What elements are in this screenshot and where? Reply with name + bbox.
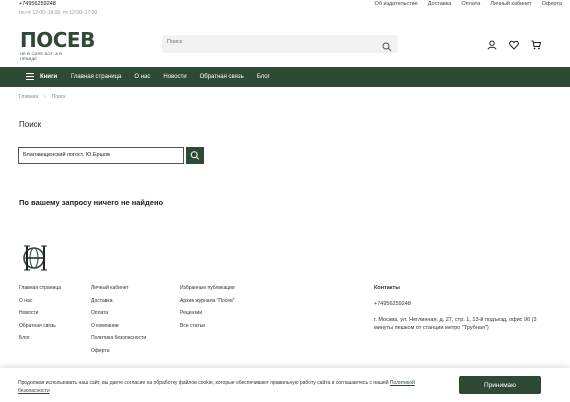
top-link-offer[interactable]: Оферта bbox=[542, 1, 562, 7]
nav-item-feedback[interactable]: Обратная связь bbox=[200, 74, 244, 80]
logo-tagline: НЕ В СИЛЕ БОГ, А В ПРАВДЕ bbox=[20, 51, 63, 61]
cookie-text-block: Продолжая использовать наш сайт, вы дает… bbox=[18, 379, 438, 395]
top-bar: +74956259248 пн-чт 12:00–18:00, пт 12:00… bbox=[0, 0, 570, 20]
no-results-message: По вашему запросу ничего не найдено bbox=[19, 198, 164, 207]
heart-icon[interactable] bbox=[509, 37, 519, 50]
search-submit-button[interactable] bbox=[186, 147, 204, 164]
search-icon bbox=[190, 151, 200, 160]
cookie-banner: Продолжая использовать наш сайт, вы дает… bbox=[0, 368, 570, 402]
contacts-title: Контакты bbox=[374, 285, 400, 291]
footer-link[interactable]: Блог bbox=[19, 335, 61, 348]
search-icon[interactable] bbox=[382, 39, 392, 52]
footer-column-2: Личный кабинет Доставка Оплата О компани… bbox=[91, 285, 146, 360]
page-title: Поиск bbox=[19, 120, 42, 129]
main-nav: Книги Главная страница О нас Новости Обр… bbox=[0, 67, 570, 87]
breadcrumb-current: Поиск bbox=[51, 94, 66, 100]
working-hours: пн-чт 12:00–18:00, пт 12:00–17:00 bbox=[19, 10, 98, 16]
header-search-input[interactable]: Поиск bbox=[162, 35, 398, 53]
books-label: Книги bbox=[40, 74, 58, 80]
cookie-accept-button[interactable]: Принимаю bbox=[459, 376, 541, 394]
books-menu-button[interactable]: Книги bbox=[26, 67, 57, 87]
footer-link[interactable]: Рецензии bbox=[180, 310, 235, 323]
footer-link[interactable]: Новости bbox=[19, 310, 61, 323]
search-query-input[interactable]: Благовещенский погост, Ю.Ершов bbox=[18, 147, 184, 164]
breadcrumb: Главная › Поиск bbox=[19, 94, 66, 100]
footer-logo-icon[interactable] bbox=[20, 243, 52, 273]
nav-links: Главная страница О нас Новости Обратная … bbox=[71, 67, 270, 87]
nav-item-home[interactable]: Главная страница bbox=[71, 74, 121, 80]
footer-link[interactable]: Обратная связь bbox=[19, 323, 61, 336]
footer-link[interactable]: Архив журнала "Посев" bbox=[180, 298, 235, 311]
contacts-address: г. Москва, ул. Неглинная, д. 27, стр. 1,… bbox=[374, 317, 537, 331]
nav-item-about[interactable]: О нас bbox=[134, 74, 150, 80]
cookie-text: Продолжая использовать наш сайт, вы дает… bbox=[18, 380, 389, 386]
menu-icon bbox=[26, 72, 34, 82]
footer-link[interactable]: Личный кабинет bbox=[91, 285, 146, 298]
footer-contacts: Контакты +74956259248 г. Москва, ул. Нег… bbox=[374, 285, 554, 332]
footer-column-1: Главная страница О нас Новости Обратная … bbox=[19, 285, 61, 348]
top-link-payment[interactable]: Оплата bbox=[461, 1, 480, 7]
breadcrumb-home[interactable]: Главная bbox=[19, 94, 38, 100]
footer-link[interactable]: Главная страница bbox=[19, 285, 61, 298]
footer-link[interactable]: Оферта bbox=[91, 348, 146, 361]
footer-link[interactable]: О нас bbox=[19, 298, 61, 311]
contacts-phone[interactable]: +74956259248 bbox=[374, 301, 554, 307]
top-phone-link[interactable]: +74956259248 bbox=[19, 1, 56, 7]
cart-icon[interactable] bbox=[531, 37, 542, 50]
footer-link[interactable]: О компании bbox=[91, 323, 146, 336]
site-logo[interactable]: ПОСЕВ НЕ В СИЛЕ БОГ, А В ПРАВДЕ bbox=[20, 28, 95, 61]
top-links: Об издательстве Доставка Оплата Личный к… bbox=[375, 1, 562, 7]
footer-link[interactable]: Доставка bbox=[91, 298, 146, 311]
footer-column-3: Избранные публикации Архив журнала "Посе… bbox=[180, 285, 235, 335]
footer-link[interactable]: Избранные публикации bbox=[180, 285, 235, 298]
top-link-about[interactable]: Об издательстве bbox=[375, 1, 418, 7]
top-link-account[interactable]: Личный кабинет bbox=[490, 1, 531, 7]
nav-item-news[interactable]: Новости bbox=[163, 74, 186, 80]
search-query-value: Благовещенский погост, Ю.Ершов bbox=[23, 152, 110, 158]
footer-link[interactable]: Все статьи bbox=[180, 323, 235, 336]
breadcrumb-separator: › bbox=[44, 94, 46, 100]
footer-link[interactable]: Оплата bbox=[91, 310, 146, 323]
logo-wordmark: ПОСЕВ bbox=[20, 28, 95, 52]
header-icons bbox=[487, 37, 542, 50]
top-link-delivery[interactable]: Доставка bbox=[428, 1, 452, 7]
footer-link[interactable]: Политика безопасности bbox=[91, 335, 146, 348]
nav-item-blog[interactable]: Блог bbox=[257, 74, 270, 80]
search-placeholder: Поиск bbox=[167, 39, 183, 45]
user-icon[interactable] bbox=[487, 37, 497, 50]
